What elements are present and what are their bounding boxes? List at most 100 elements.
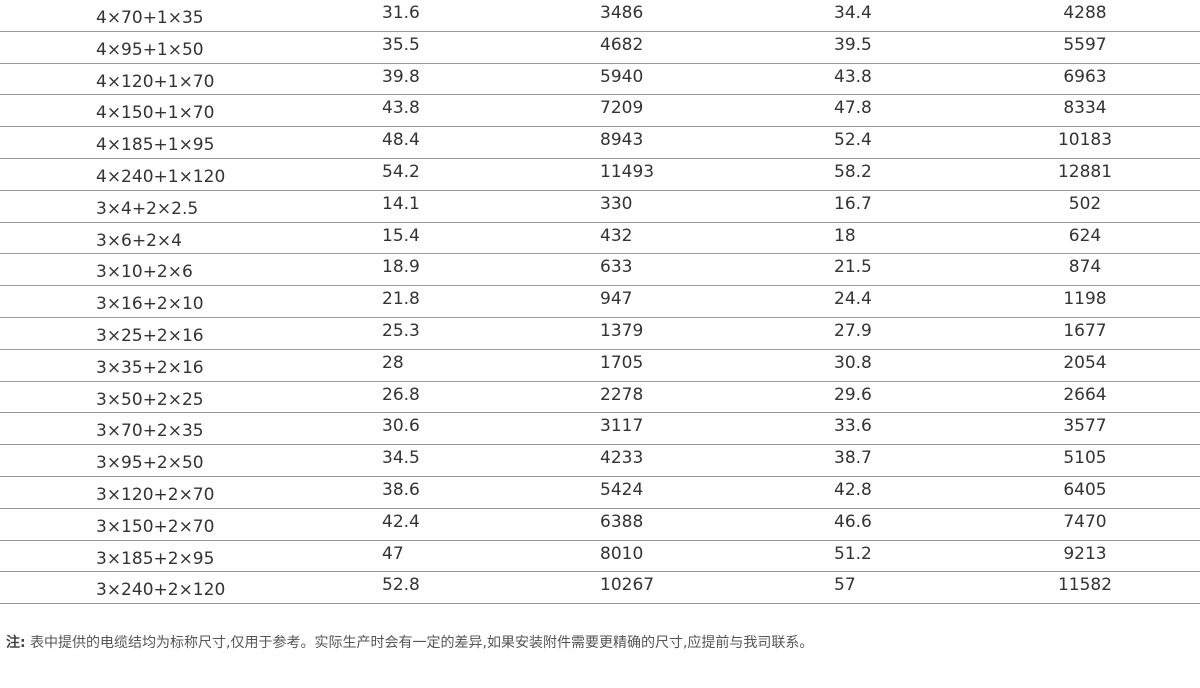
weight-cell: 1379 [600,320,644,341]
weight-cell: 624 [1068,225,1102,246]
spec-cell: 3×120+2×70 [96,484,215,505]
weight-cell: 2664 [1063,384,1107,405]
weight-cell: 432 [600,225,633,246]
table-row: 3×6+2×4 15.4 432 18 624 [0,223,1200,255]
table-row: 4×240+1×120 54.2 11493 58.2 12881 [0,159,1200,191]
weight-cell: 1677 [1063,320,1107,341]
weight-cell: 5424 [600,479,644,500]
table-row: 3×50+2×25 26.8 2278 29.6 2664 [0,382,1200,414]
table-row: 3×25+2×16 25.3 1379 27.9 1677 [0,318,1200,350]
diameter-cell: 34.4 [834,3,872,23]
diameter-cell: 18.9 [382,257,420,278]
weight-cell: 330 [600,193,633,214]
weight-cell: 5105 [1063,448,1107,469]
diameter-cell: 34.5 [382,448,420,469]
diameter-cell: 18 [834,225,856,246]
diameter-cell: 21.5 [834,257,872,278]
table-row: 3×120+2×70 38.6 5424 42.8 6405 [0,477,1200,509]
diameter-cell: 14.1 [382,193,420,214]
weight-cell: 947 [600,289,633,310]
diameter-cell: 52.4 [834,130,872,151]
weight-cell: 7209 [600,98,644,119]
weight-cell: 12881 [1057,161,1113,182]
spec-cell: 3×4+2×2.5 [96,198,199,219]
diameter-cell: 39.8 [382,66,420,87]
weight-cell: 7470 [1063,511,1107,532]
weight-cell: 10267 [600,575,655,596]
footnote-text: 表中提供的电缆结均为标称尺寸,仅用于参考。实际生产时会有一定的差异,如果安装附件… [30,635,814,651]
spec-cell: 3×95+2×50 [96,453,204,474]
weight-cell: 874 [1068,257,1102,278]
spec-cell: 4×95+1×50 [96,39,204,60]
table-row: 3×35+2×16 28 1705 30.8 2054 [0,350,1200,382]
diameter-cell: 38.7 [834,448,872,469]
spec-cell: 3×70+2×35 [96,421,204,442]
weight-cell: 4288 [1063,3,1107,23]
table-row: 3×185+2×95 47 8010 51.2 9213 [0,541,1200,573]
diameter-cell: 46.6 [834,511,872,532]
weight-cell: 11582 [1057,575,1113,596]
weight-cell: 10183 [1057,130,1113,151]
weight-cell: 6388 [600,511,644,532]
weight-cell: 6405 [1063,479,1107,500]
table-row: 4×185+1×95 48.4 8943 52.4 10183 [0,127,1200,159]
spec-cell: 3×10+2×6 [96,262,193,283]
table-row: 3×240+2×120 52.8 10267 57 11582 [0,572,1200,605]
diameter-cell: 26.8 [382,384,420,405]
weight-cell: 3486 [600,3,644,23]
weight-cell: 8010 [600,543,644,564]
spec-cell: 4×185+1×95 [96,135,215,156]
spec-cell: 3×16+2×10 [96,294,204,315]
diameter-cell: 42.8 [834,479,872,500]
table-row: 3×95+2×50 34.5 4233 38.7 5105 [0,445,1200,477]
diameter-cell: 43.8 [382,98,420,119]
weight-cell: 8943 [600,130,644,151]
weight-cell: 4233 [600,448,644,469]
table-row: 3×70+2×35 30.6 3117 33.6 3577 [0,413,1200,446]
weight-cell: 2054 [1063,352,1107,373]
weight-cell: 502 [1068,193,1102,214]
diameter-cell: 58.2 [834,161,872,182]
weight-cell: 4682 [600,34,644,55]
spec-cell: 3×6+2×4 [96,230,182,251]
table-row: 3×4+2×2.5 14.1 330 16.7 502 [0,191,1200,223]
table-row: 4×120+1×70 39.8 5940 43.8 6963 [0,64,1200,96]
table-row: 4×70+1×35 31.6 3486 34.4 4288 [0,0,1200,32]
diameter-cell: 38.6 [382,479,420,500]
diameter-cell: 47.8 [834,98,872,119]
diameter-cell: 16.7 [834,193,872,214]
spec-cell: 4×120+1×70 [96,71,215,92]
weight-cell: 8334 [1063,98,1107,119]
weight-cell: 1198 [1063,289,1107,310]
diameter-cell: 57 [834,575,856,596]
table-row: 3×10+2×6 18.9 633 21.5 874 [0,254,1200,287]
diameter-cell: 29.6 [834,384,872,405]
diameter-cell: 52.8 [382,575,420,596]
diameter-cell: 47 [382,543,404,564]
table-row: 3×150+2×70 42.4 6388 46.6 7470 [0,509,1200,541]
diameter-cell: 21.8 [382,289,420,310]
diameter-cell: 25.3 [382,320,420,341]
diameter-cell: 15.4 [382,225,420,246]
weight-cell: 9213 [1063,543,1107,564]
diameter-cell: 35.5 [382,34,420,55]
weight-cell: 5597 [1063,34,1107,55]
footnote-label: 注: [6,635,26,651]
spec-cell: 4×150+1×70 [96,103,215,124]
table-row: 4×95+1×50 35.5 4682 39.5 5597 [0,32,1200,64]
spec-cell: 4×70+1×35 [96,8,204,28]
weight-cell: 1705 [600,352,644,373]
weight-cell: 633 [600,257,633,278]
diameter-cell: 31.6 [382,3,420,23]
spec-cell: 3×185+2×95 [96,548,215,569]
table-row: 4×150+1×70 43.8 7209 47.8 8334 [0,95,1200,128]
weight-cell: 3117 [600,416,644,437]
weight-cell: 3577 [1063,416,1107,437]
table-row: 3×16+2×10 21.8 947 24.4 1198 [0,286,1200,318]
diameter-cell: 30.8 [834,352,872,373]
spec-cell: 3×35+2×16 [96,357,204,378]
spec-cell: 3×240+2×120 [96,580,226,601]
spec-cell: 3×25+2×16 [96,325,204,346]
diameter-cell: 30.6 [382,416,420,437]
diameter-cell: 42.4 [382,511,420,532]
